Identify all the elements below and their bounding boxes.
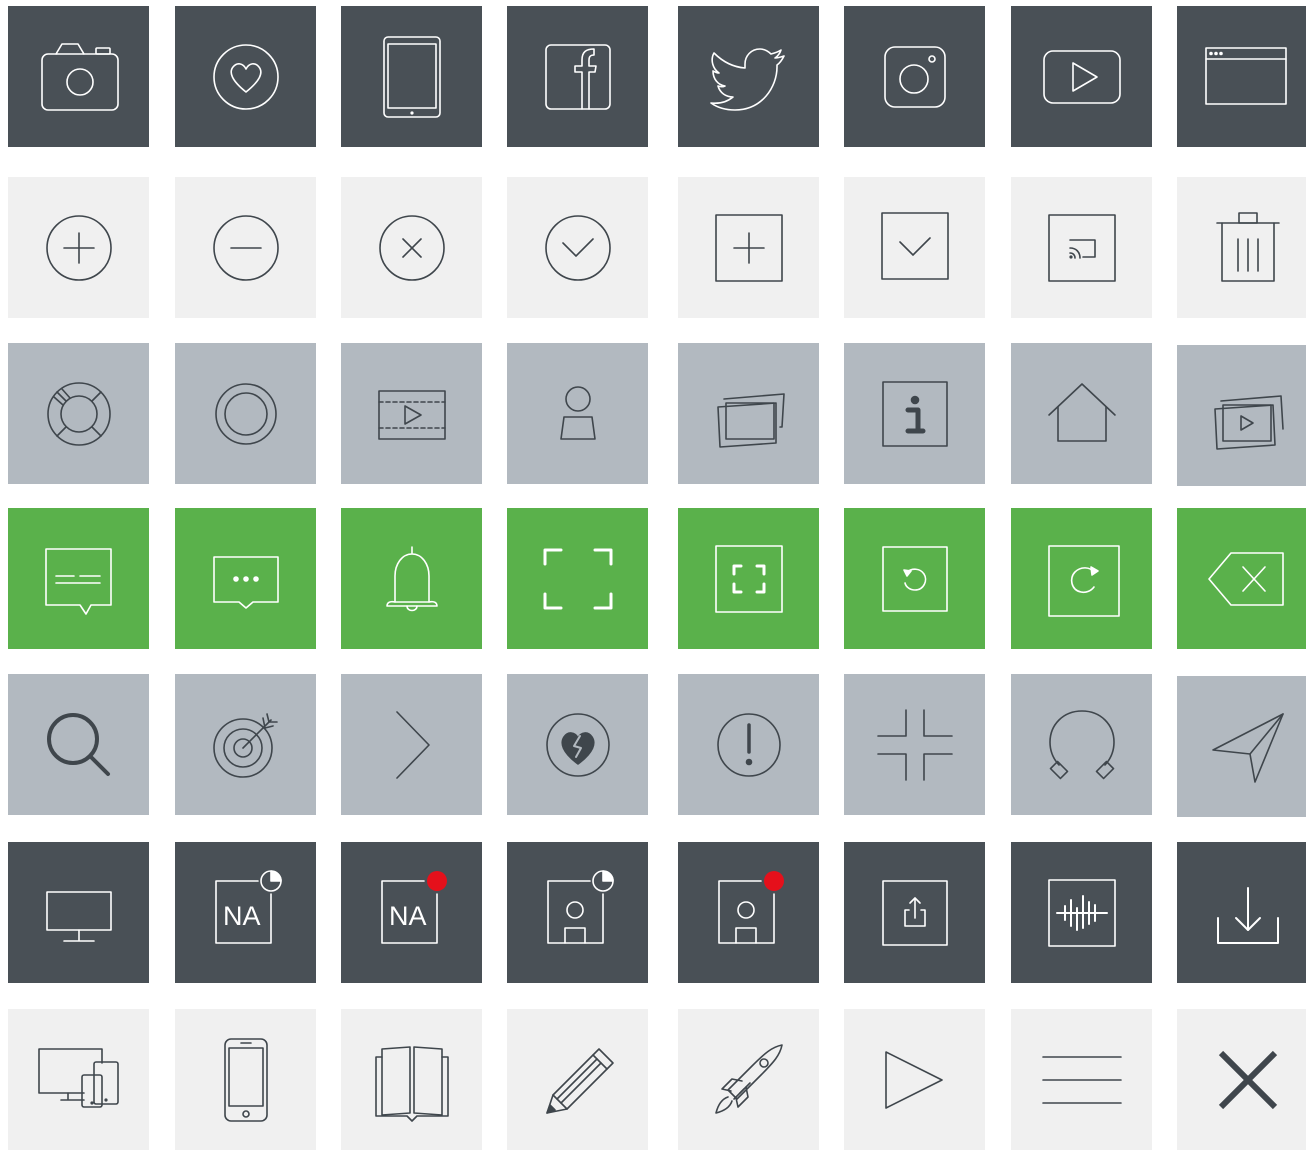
alert-icon[interactable] — [678, 674, 819, 815]
twitter-icon[interactable] — [678, 6, 819, 147]
fullscreen-icon[interactable] — [507, 508, 648, 649]
record-icon[interactable] — [175, 343, 316, 484]
backspace-icon[interactable] — [1177, 508, 1306, 649]
audio-waveform-icon[interactable] — [1011, 842, 1152, 983]
facebook-icon[interactable] — [507, 6, 648, 147]
lifebuoy-icon[interactable] — [8, 343, 149, 484]
comment-icon[interactable] — [8, 508, 149, 649]
target-icon[interactable] — [175, 674, 316, 815]
download-icon[interactable] — [1177, 842, 1306, 983]
chevron-right-icon[interactable] — [341, 674, 482, 815]
headphones-icon[interactable] — [1011, 674, 1152, 815]
broken-heart-icon[interactable] — [507, 674, 648, 815]
fullscreen-boxed-icon[interactable] — [678, 508, 819, 649]
plus-circle-icon[interactable] — [8, 177, 149, 318]
share-icon[interactable] — [844, 842, 985, 983]
rotate-left-icon[interactable] — [844, 508, 985, 649]
info-icon[interactable] — [844, 343, 985, 484]
browser-window-icon[interactable] — [1177, 6, 1306, 147]
photos-icon[interactable] — [678, 343, 819, 484]
instagram-icon[interactable] — [844, 6, 985, 147]
video-film-icon[interactable] — [341, 343, 482, 484]
user-dot-icon[interactable] — [678, 842, 819, 983]
bell-icon[interactable] — [341, 508, 482, 649]
user-pie-icon[interactable] — [507, 842, 648, 983]
menu-icon[interactable] — [1011, 1009, 1152, 1150]
close-circle-icon[interactable] — [341, 177, 482, 318]
camera-icon[interactable] — [8, 6, 149, 147]
chat-dots-icon[interactable] — [175, 508, 316, 649]
video-gallery-icon[interactable] — [1177, 345, 1306, 486]
book-icon[interactable] — [341, 1009, 482, 1150]
na-label: NA — [389, 901, 427, 931]
pencil-icon[interactable] — [507, 1009, 648, 1150]
check-circle-icon[interactable] — [507, 177, 648, 318]
check-square-icon[interactable] — [844, 177, 985, 318]
smartphone-icon[interactable] — [175, 1009, 316, 1150]
exit-fullscreen-icon[interactable] — [844, 674, 985, 815]
na-pie-icon[interactable]: NA — [175, 842, 316, 983]
na-label: NA — [223, 901, 261, 931]
trash-icon[interactable] — [1177, 177, 1306, 318]
heart-circle-icon[interactable] — [175, 6, 316, 147]
user-icon[interactable] — [507, 343, 648, 484]
close-icon[interactable] — [1177, 1009, 1306, 1150]
search-icon[interactable] — [8, 674, 149, 815]
plus-square-icon[interactable] — [678, 177, 819, 318]
tablet-icon[interactable] — [341, 6, 482, 147]
youtube-icon[interactable] — [1011, 6, 1152, 147]
send-icon[interactable] — [1177, 676, 1306, 817]
minus-circle-icon[interactable] — [175, 177, 316, 318]
home-icon[interactable] — [1011, 343, 1152, 484]
play-icon[interactable] — [844, 1009, 985, 1150]
rotate-right-icon[interactable] — [1011, 508, 1152, 649]
na-dot-icon[interactable]: NA — [341, 842, 482, 983]
monitor-icon[interactable] — [8, 842, 149, 983]
cast-icon[interactable] — [1011, 177, 1152, 318]
rocket-icon[interactable] — [678, 1009, 819, 1150]
devices-icon[interactable] — [8, 1009, 149, 1150]
